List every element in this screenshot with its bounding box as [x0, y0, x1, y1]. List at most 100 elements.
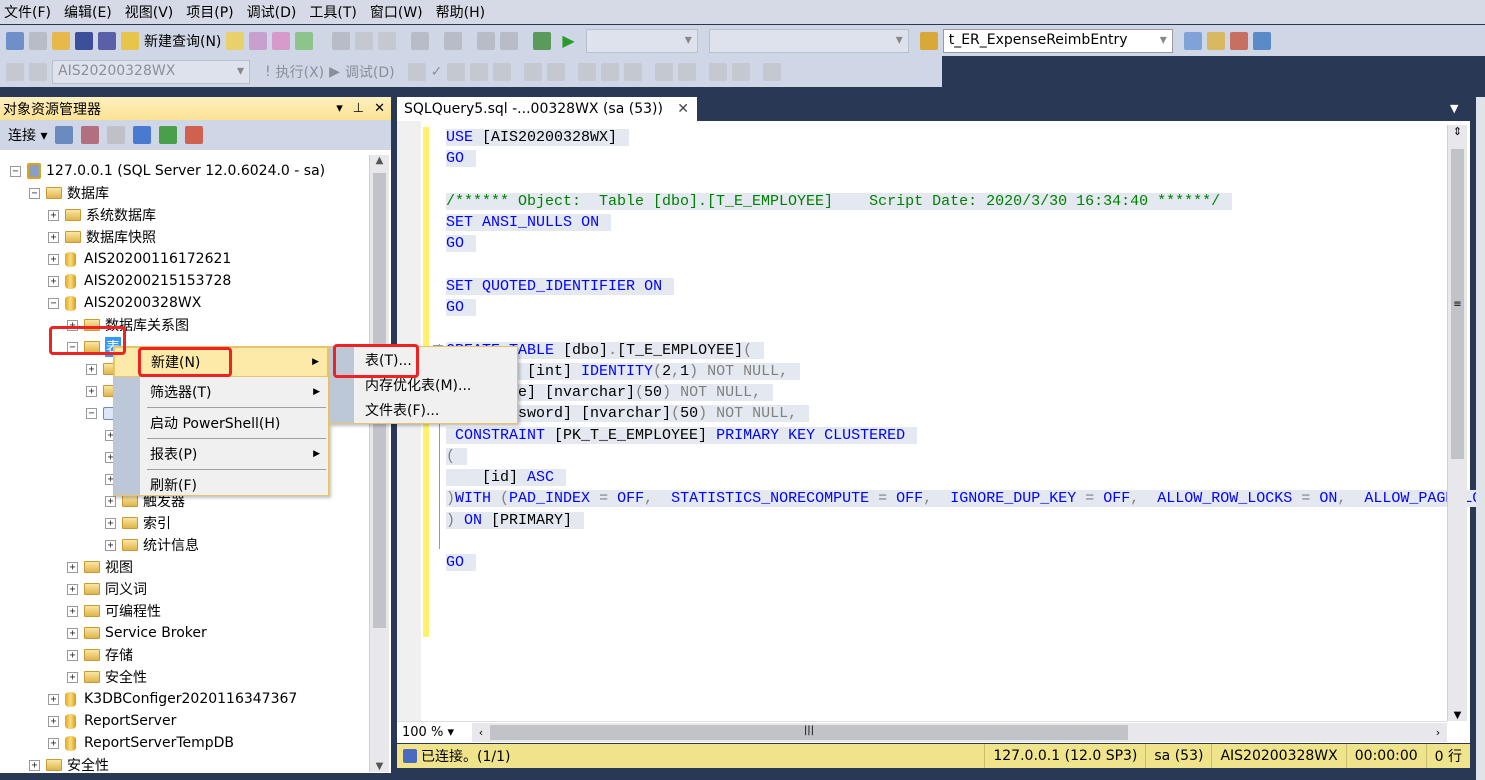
activity-monitor-icon[interactable]	[533, 31, 552, 50]
tree-node[interactable]: + 同义词	[67, 578, 147, 600]
tree-node[interactable]: − 127.0.0.1 (SQL Server 12.0.6024.0 - sa)	[10, 160, 325, 182]
expand-icon[interactable]: +	[48, 715, 59, 727]
db-engine-query-icon[interactable]	[226, 31, 245, 50]
solution-config-dropdown[interactable]	[585, 28, 698, 53]
change-connection-icon[interactable]	[29, 62, 47, 81]
comment-icon[interactable]	[655, 62, 674, 81]
properties-icon[interactable]	[1206, 31, 1225, 50]
new-query-button[interactable]: 新建查询(N)	[144, 31, 221, 51]
new-project-icon[interactable]	[6, 31, 24, 50]
menu-7[interactable]: 帮助(H)	[432, 2, 494, 22]
menu-4[interactable]: 调试(D)	[243, 2, 306, 22]
zoom-dropdown[interactable]: 100 % ▾	[397, 725, 472, 740]
results-file-icon[interactable]	[624, 62, 643, 81]
connect-button[interactable]: 连接 ▾	[8, 125, 47, 145]
find-in-files-icon[interactable]	[919, 31, 938, 50]
find-combo[interactable]: t_ER_ExpenseReimbEntry	[942, 28, 1173, 53]
add-item-icon[interactable]	[29, 31, 47, 50]
tree-node[interactable]: + ReportServer	[48, 710, 176, 732]
dropdown-icon[interactable]: ▾	[336, 101, 343, 116]
tree-node[interactable]: + K3DBConfiger2020116347367	[48, 688, 297, 710]
tab-list-dropdown-icon[interactable]: ▼	[1450, 102, 1458, 115]
tree-node[interactable]: + 安全性	[29, 754, 109, 776]
menu-1[interactable]: 编辑(E)	[60, 2, 121, 22]
start-debug-icon[interactable]: ▶	[562, 31, 574, 50]
increase-indent-icon[interactable]	[732, 62, 751, 81]
connect-icon[interactable]	[6, 62, 24, 81]
specify-values-icon[interactable]	[763, 62, 782, 81]
navigate-back-icon[interactable]	[477, 31, 496, 50]
navigate-forward-icon[interactable]	[500, 31, 519, 50]
uncomment-icon[interactable]	[678, 62, 697, 81]
pin-icon[interactable]: ⊥	[353, 101, 364, 116]
menu-item-refresh[interactable]: 刷新(F)	[114, 470, 328, 500]
editor-vertical-scrollbar[interactable]: ⇕ ≡ ▼	[1447, 125, 1467, 721]
expand-icon[interactable]: +	[48, 693, 59, 705]
decrease-indent-icon[interactable]	[709, 62, 728, 81]
tab-sqlquery5[interactable]: SQLQuery5.sql -...00328WX (sa (53)) ✕	[397, 97, 697, 121]
editor-horizontal-scrollbar[interactable]: ‹ ||| ›	[472, 722, 1447, 742]
tree-node[interactable]: + 数据库快照	[48, 226, 156, 248]
object-explorer-icon[interactable]	[1183, 31, 1202, 50]
stop-icon[interactable]	[107, 126, 126, 144]
scrollbar-thumb[interactable]: ≡	[1451, 149, 1464, 459]
save-icon[interactable]	[75, 31, 93, 50]
expand-icon[interactable]: +	[105, 539, 116, 551]
collapse-icon[interactable]: −	[86, 407, 97, 419]
menu-2[interactable]: 视图(V)	[121, 2, 183, 22]
expand-icon[interactable]: +	[48, 209, 59, 221]
menu-item-filter[interactable]: 筛选器(T) ▶	[114, 377, 328, 407]
parse-icon[interactable]: ✓	[431, 64, 443, 80]
scrollbar-thumb[interactable]: |||	[490, 724, 1128, 740]
close-tab-icon[interactable]: ✕	[677, 101, 689, 117]
expand-icon[interactable]: +	[48, 253, 59, 265]
cut-icon[interactable]	[332, 31, 351, 50]
connect-server-icon[interactable]	[55, 126, 74, 144]
expand-icon[interactable]: +	[48, 737, 59, 749]
query-editor[interactable]: − USE [AIS20200328WX]GO/****** Object: T…	[397, 121, 1485, 743]
available-databases-dropdown[interactable]: AIS20200328WX	[52, 59, 250, 84]
results-grid-icon[interactable]	[601, 62, 620, 81]
xmla-query-icon[interactable]	[295, 31, 314, 50]
menu-3[interactable]: 项目(P)	[182, 2, 242, 22]
tools-icon[interactable]	[1229, 31, 1248, 50]
tree-node[interactable]: + 视图	[67, 556, 133, 578]
menu-6[interactable]: 窗口(W)	[366, 2, 432, 22]
tree-node[interactable]: + 可编程性	[67, 600, 161, 622]
copy-icon[interactable]	[355, 31, 374, 50]
submenu-item-file-table[interactable]: 文件表(F)...	[330, 397, 517, 422]
options-icon[interactable]	[493, 62, 512, 81]
expand-icon[interactable]: +	[48, 275, 59, 287]
mdx-query-icon[interactable]	[249, 31, 268, 50]
menu-5[interactable]: 工具(T)	[305, 2, 365, 22]
cancel-query-icon[interactable]	[407, 62, 426, 81]
menu-0[interactable]: 文件(F)	[0, 2, 60, 22]
collapse-icon[interactable]: −	[48, 297, 59, 309]
open-file-icon[interactable]	[52, 31, 70, 50]
debug-button[interactable]: 调试(D)	[345, 62, 395, 82]
expand-icon[interactable]: +	[86, 385, 97, 397]
expand-icon[interactable]: +	[67, 671, 78, 683]
collapse-icon[interactable]: −	[29, 187, 40, 199]
expand-icon[interactable]: +	[67, 583, 78, 595]
expand-icon[interactable]: +	[29, 759, 40, 771]
save-all-icon[interactable]	[98, 31, 116, 50]
execute-button[interactable]: 执行(X)	[276, 62, 325, 82]
dmx-query-icon[interactable]	[272, 31, 291, 50]
expand-icon[interactable]: +	[67, 605, 78, 617]
expand-icon[interactable]: +	[86, 363, 97, 375]
include-plan-icon[interactable]	[524, 62, 543, 81]
tree-node[interactable]: − AIS20200328WX	[48, 292, 201, 314]
undo-icon[interactable]	[411, 31, 430, 50]
expand-icon[interactable]: +	[67, 627, 78, 639]
tree-node[interactable]: + 存储	[67, 644, 133, 666]
expand-icon[interactable]: +	[105, 517, 116, 529]
tree-node[interactable]: + AIS20200116172621	[48, 248, 231, 270]
paste-icon[interactable]	[378, 31, 397, 50]
menu-item-powershell[interactable]: 启动 PowerShell(H)	[114, 408, 328, 438]
tree-vertical-scrollbar[interactable]: ▲ ▼	[369, 155, 389, 772]
close-icon[interactable]: ✕	[374, 101, 385, 116]
window-icon[interactable]	[1252, 31, 1271, 50]
menu-item-reports[interactable]: 报表(P) ▶	[114, 439, 328, 469]
redo-icon[interactable]	[444, 31, 463, 50]
